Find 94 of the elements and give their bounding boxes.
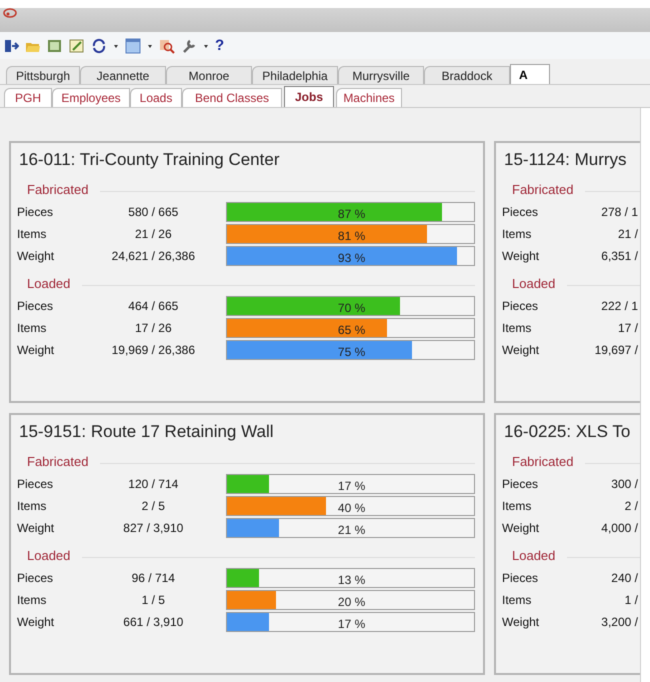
metric-label: Weight (502, 520, 540, 537)
metric-label: Items (502, 498, 532, 515)
percent-reading: 81 % (336, 228, 366, 245)
metric-label: Weight (17, 342, 56, 359)
percent-reading: 20 % (336, 594, 366, 611)
section-label: Fabricated (27, 181, 88, 200)
section-label: Fabricated (512, 453, 574, 472)
percent-reading: 93 % (336, 250, 366, 267)
metric-value: 1 / 5 (142, 592, 165, 609)
percent-reading: 13 % (336, 572, 366, 589)
view-tab[interactable]: Employees (52, 88, 130, 107)
wrench-icon[interactable] (181, 38, 197, 54)
search-icon[interactable] (159, 38, 175, 54)
metric-label: Weight (502, 614, 540, 631)
metric-value: 21 / (618, 226, 638, 243)
metric-value: 24,621 / 26,386 (112, 248, 196, 265)
metric-label: Items (17, 320, 48, 337)
percent-reading: 87 % (336, 206, 366, 223)
metric-label: Pieces (502, 570, 540, 587)
metric-label: Pieces (17, 476, 54, 493)
metric-value: 19,697 / (594, 342, 638, 359)
location-tab[interactable]: A (510, 64, 550, 84)
refresh-icon[interactable] (91, 38, 107, 54)
location-tab[interactable]: Jeannette (80, 66, 166, 84)
metric-value: 661 / 3,910 (123, 614, 184, 631)
metric-label: Items (17, 498, 48, 515)
view-tab[interactable]: PGH (4, 88, 52, 107)
metric-label: Pieces (502, 204, 540, 221)
location-tab[interactable]: Philadelphia (252, 66, 338, 84)
metric-label: Pieces (17, 298, 54, 315)
image-icon[interactable] (47, 38, 63, 54)
section-label: Fabricated (512, 181, 574, 200)
job-title: 16-0225: XLS To (503, 421, 632, 443)
metric-value: 2 / (624, 498, 638, 515)
metric-value: 120 / 714 (128, 476, 178, 493)
metric-value: 580 / 665 (128, 204, 178, 221)
metric-label: Weight (502, 342, 540, 359)
percent-reading: 17 % (336, 478, 366, 495)
metric-label: Items (17, 226, 48, 243)
view-tab[interactable]: Jobs (284, 86, 334, 107)
edit-icon[interactable] (69, 38, 85, 54)
metric-label: Weight (17, 520, 56, 537)
metric-label: Items (502, 320, 532, 337)
window-icon[interactable] (125, 38, 141, 54)
location-tab[interactable]: Braddock (424, 66, 510, 84)
metric-value: 240 / (611, 570, 638, 587)
percent-reading: 40 % (336, 500, 366, 517)
metric-label: Pieces (17, 204, 54, 221)
metric-value: 19,969 / 26,386 (112, 342, 196, 359)
percent-reading: 17 % (336, 616, 366, 633)
metric-value: 2 / 5 (142, 498, 165, 515)
metric-value: 3,200 / (601, 614, 638, 631)
percent-reading: 65 % (336, 322, 366, 339)
percent-reading: 21 % (336, 522, 366, 539)
section-label: Loaded (512, 275, 556, 294)
metric-value: 6,351 / (601, 248, 638, 265)
metric-label: Pieces (502, 476, 540, 493)
location-tab[interactable]: Murrysville (338, 66, 424, 84)
metric-label: Pieces (17, 570, 54, 587)
metric-value: 21 / 26 (134, 226, 172, 243)
metric-value: 1 / (624, 592, 638, 609)
job-title: 15-9151: Route 17 Retaining Wall (18, 421, 275, 443)
metric-value: 464 / 665 (128, 298, 178, 315)
section-label: Loaded (512, 547, 556, 566)
percent-reading: 75 % (336, 344, 366, 361)
section-label: Loaded (27, 275, 70, 294)
metric-value: 17 / (618, 320, 638, 337)
metric-value: 827 / 3,910 (123, 520, 184, 537)
location-tab[interactable]: Monroe (166, 66, 252, 84)
help-button[interactable]: ? (215, 38, 224, 53)
view-tab[interactable]: Loads (130, 88, 182, 107)
section-label: Loaded (27, 547, 70, 566)
view-tab[interactable]: Bend Classes (182, 88, 282, 107)
metric-label: Items (17, 592, 48, 609)
metric-label: Weight (17, 248, 56, 265)
metric-value: 300 / (611, 476, 638, 493)
app-icon (3, 8, 17, 18)
metric-value: 222 / 1 (601, 298, 638, 315)
location-tab[interactable]: Pittsburgh (6, 66, 80, 84)
metric-label: Pieces (502, 298, 540, 315)
metric-value: 17 / 26 (134, 320, 172, 337)
job-title: 16-011: Tri-County Training Center (18, 149, 280, 171)
metric-value: 278 / 1 (601, 204, 638, 221)
metric-label: Items (502, 226, 532, 243)
percent-reading: 70 % (336, 300, 366, 317)
metric-label: Items (502, 592, 532, 609)
exit-icon[interactable] (3, 38, 19, 54)
metric-value: 4,000 / (601, 520, 638, 537)
job-title: 15-1124: Murrys (503, 149, 628, 171)
metric-label: Weight (502, 248, 540, 265)
metric-label: Weight (17, 614, 56, 631)
metric-value: 96 / 714 (132, 570, 175, 587)
view-tab[interactable]: Machines (336, 88, 402, 107)
section-label: Fabricated (27, 453, 88, 472)
